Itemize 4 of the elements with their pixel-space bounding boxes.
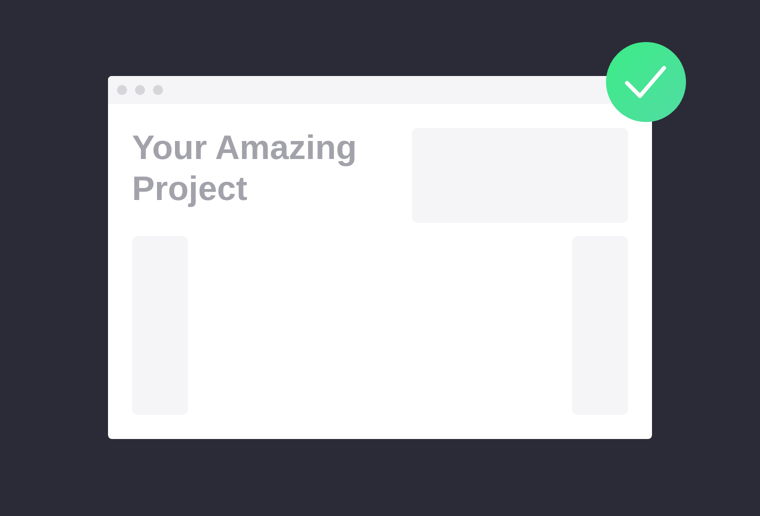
window-dot: [153, 85, 163, 95]
headline: Your Amazing Project: [132, 128, 358, 210]
window-dot: [135, 85, 145, 95]
window-dot: [117, 85, 127, 95]
